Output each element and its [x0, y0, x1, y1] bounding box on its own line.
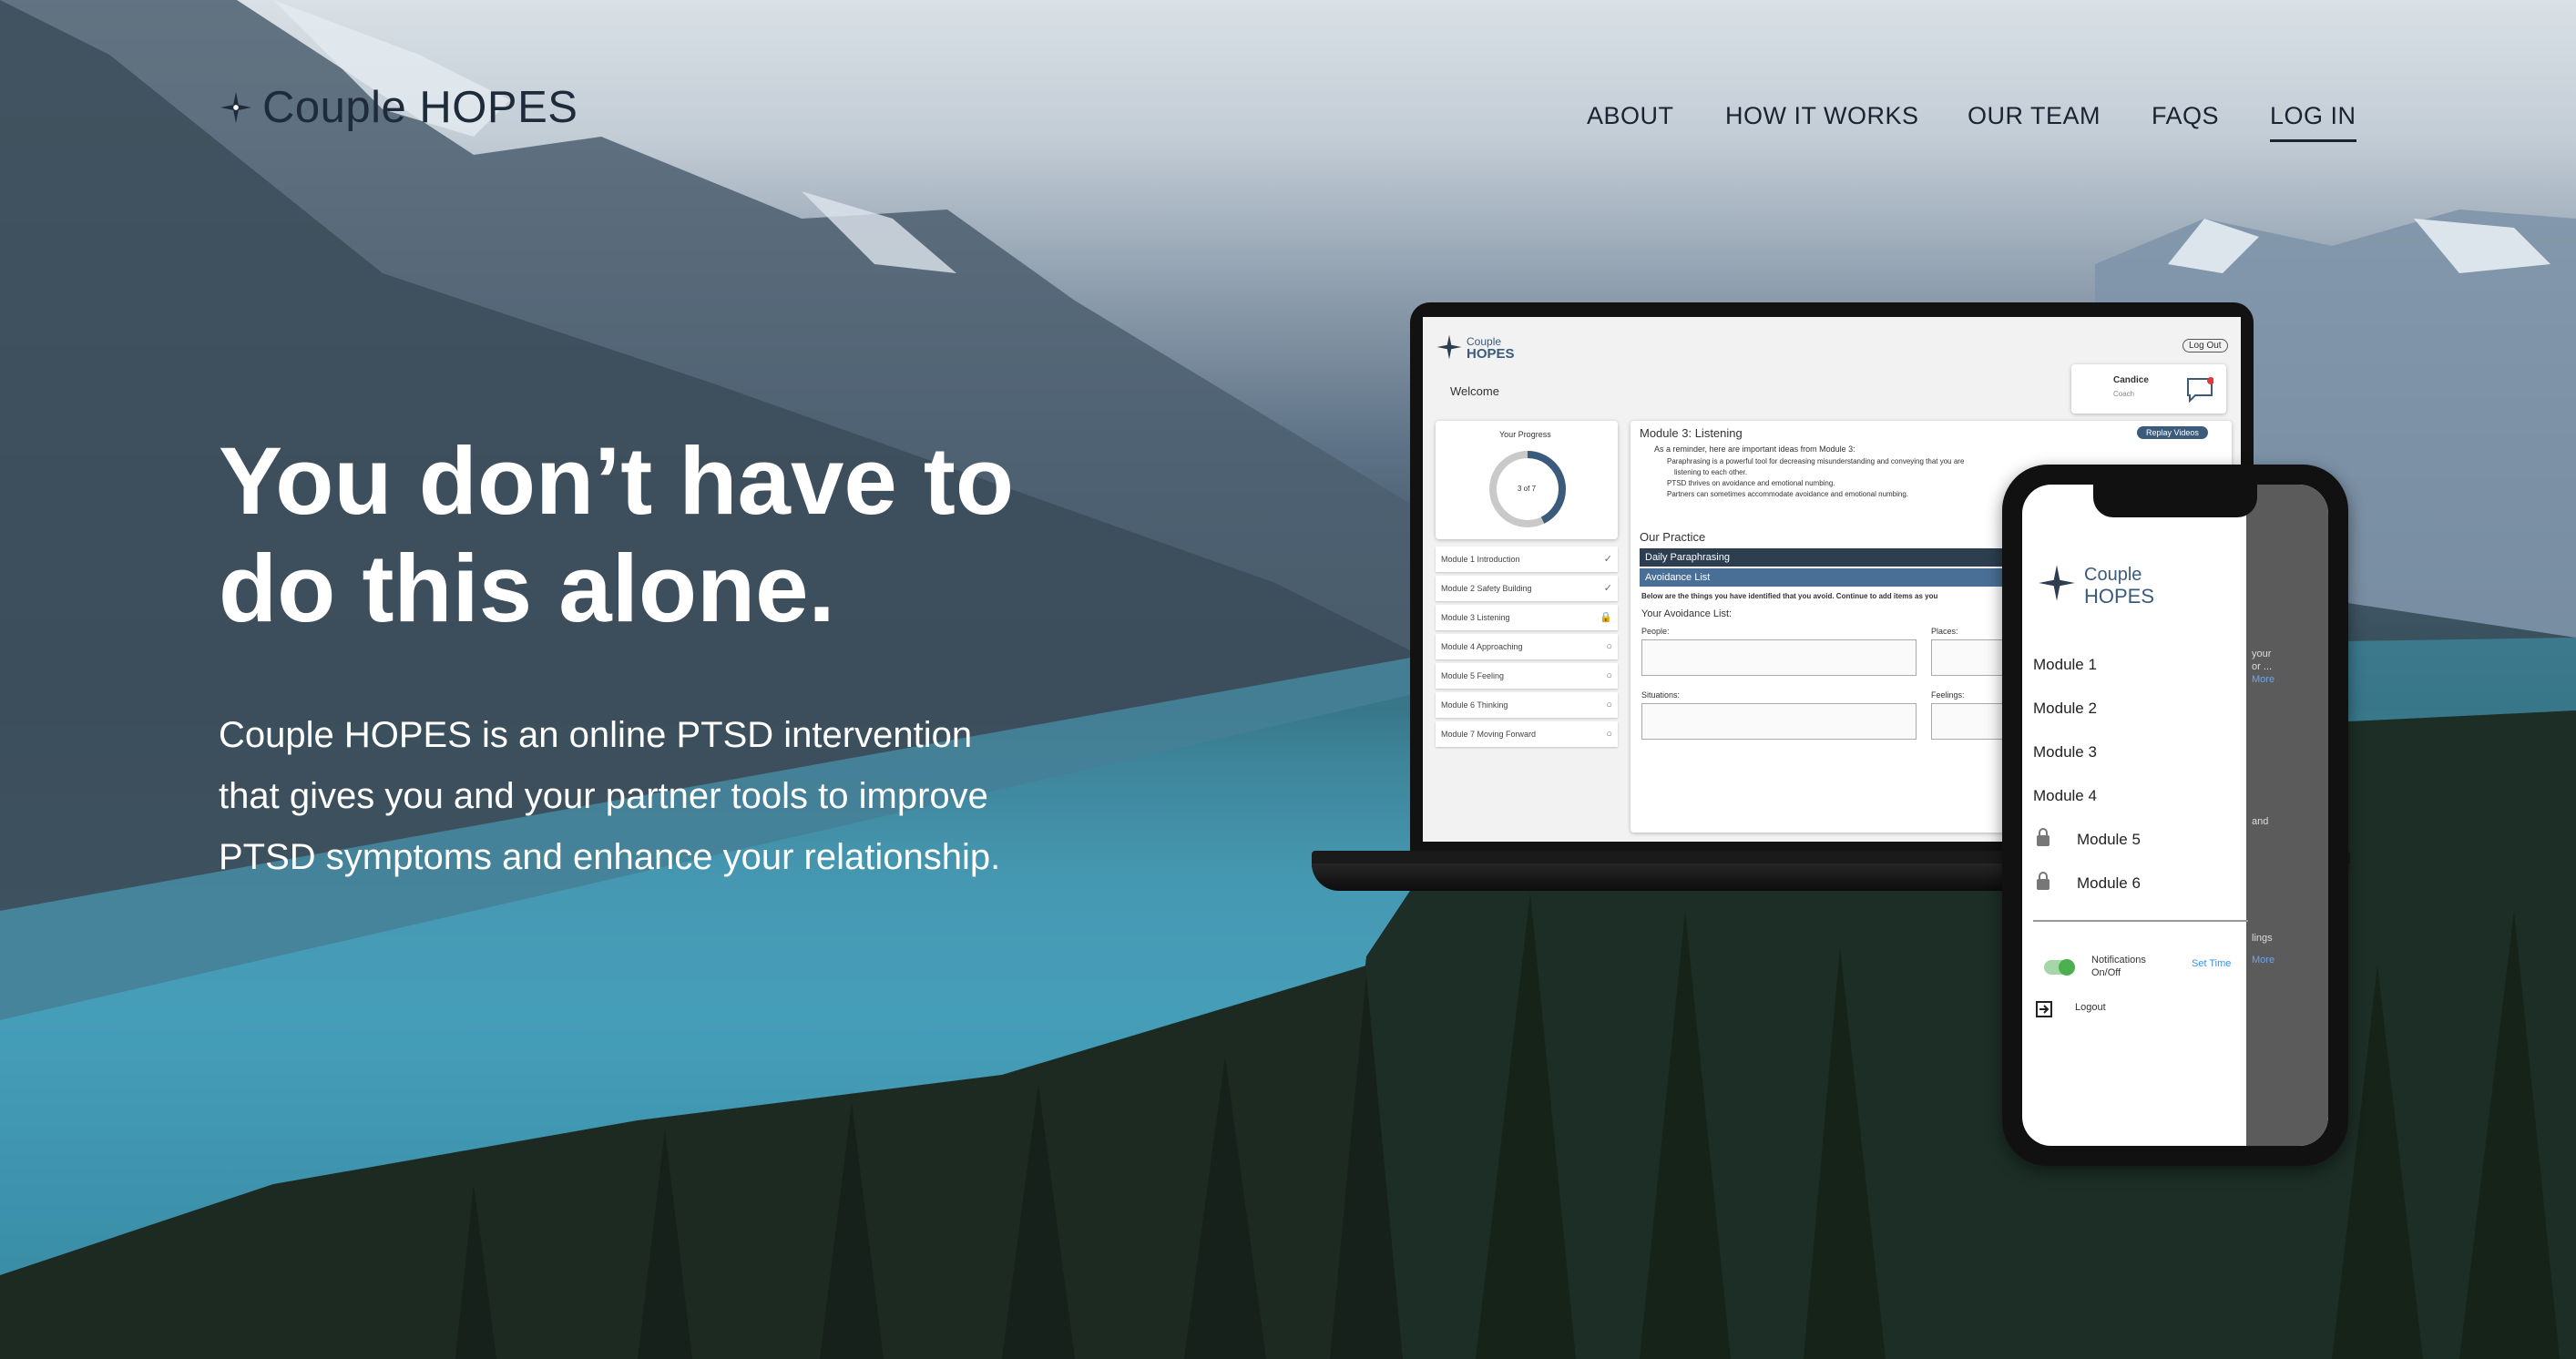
peek-more-1: More — [2252, 674, 2275, 685]
nav-about[interactable]: ABOUT — [1587, 102, 1674, 130]
practice-avoidance-list[interactable]: Avoidance List — [1640, 568, 2022, 587]
headline-line-1: You don’t have to — [219, 428, 1015, 535]
peek-text-3: and — [2252, 816, 2269, 827]
phone-menu-module-6[interactable]: Module 6 — [2077, 874, 2141, 893]
nav-faqs[interactable]: FAQS — [2152, 102, 2219, 130]
phone-notch — [2093, 485, 2257, 517]
module-title: Module 3: Listening — [1640, 426, 1743, 440]
module-row[interactable]: Module 4 Approaching ○ — [1436, 634, 1618, 659]
module-intro: As a reminder, here are important ideas … — [1654, 444, 1855, 454]
user-card[interactable]: Candice Coach — [2071, 364, 2226, 414]
avoid-note: Below are the things you have identified… — [1641, 592, 1938, 600]
avoid-title: Your Avoidance List: — [1641, 608, 1733, 619]
peek-text-2: or ... — [2252, 661, 2273, 672]
phone-menu-module-3[interactable]: Module 3 — [2033, 743, 2097, 761]
phone-logo-line2: HOPES — [2084, 585, 2155, 608]
phone-logout-link[interactable]: Logout — [2075, 1002, 2106, 1013]
notifications-label-2: On/Off — [2091, 967, 2121, 978]
lock-icon — [2037, 872, 2050, 890]
hero-headline: You don’t have to do this alone. — [219, 428, 1038, 643]
phone-mockup: your or ... More and lings More Couple H… — [2002, 465, 2348, 1166]
field-label-people: People: — [1641, 627, 1670, 636]
logout-icon[interactable] — [2035, 1000, 2053, 1018]
bullet-3: Partners can sometimes accommodate avoid… — [1667, 490, 1909, 498]
hero-description: Couple HOPES is an online PTSD intervent… — [219, 715, 1001, 877]
phone-menu-module-4[interactable]: Module 4 — [2033, 787, 2097, 805]
set-time-link[interactable]: Set Time — [2192, 958, 2231, 969]
app-logo-icon — [1436, 334, 1462, 360]
user-role: Coach — [2113, 390, 2135, 398]
practice-title: Our Practice — [1640, 530, 1706, 544]
chat-icon[interactable] — [2186, 377, 2213, 403]
module-row[interactable]: Module 6 Thinking ○ — [1436, 692, 1618, 718]
peek-text-1: your — [2252, 649, 2272, 659]
nav-log-in[interactable]: LOG IN — [2270, 102, 2356, 142]
main-nav: ABOUT HOW IT WORKS OUR TEAM FAQS LOG IN — [0, 102, 2576, 142]
bullet-2: PTSD thrives on avoidance and emotional … — [1667, 479, 1835, 487]
notifications-toggle[interactable] — [2044, 959, 2075, 976]
module-row[interactable]: Module 1 Introduction ✓ — [1436, 547, 1618, 572]
phone-menu-module-1[interactable]: Module 1 — [2033, 656, 2097, 674]
phone-app-screen: your or ... More and lings More Couple H… — [2022, 485, 2328, 1146]
phone-menu-module-2[interactable]: Module 2 — [2033, 700, 2097, 718]
practice-daily-paraphrasing[interactable]: Daily Paraphrasing — [1640, 548, 2022, 567]
people-field[interactable] — [1641, 639, 1917, 676]
field-label-feelings: Feelings: — [1931, 690, 1965, 700]
progress-text: 3 of 7 — [1518, 485, 1537, 493]
situations-field[interactable] — [1641, 703, 1917, 740]
progress-card: Your Progress 3 of 7 — [1436, 421, 1618, 539]
phone-logo-line1: Couple — [2084, 565, 2142, 585]
module-row[interactable]: Module 2 Safety Building ✓ — [1436, 576, 1618, 601]
field-label-places: Places: — [1931, 627, 1958, 636]
nav-how-it-works[interactable]: HOW IT WORKS — [1725, 102, 1919, 130]
bullet-1b: listening to each other. — [1674, 468, 1748, 476]
nav-our-team[interactable]: OUR TEAM — [1968, 102, 2101, 130]
bullet-1: Paraphrasing is a powerful tool for decr… — [1667, 457, 1965, 465]
notifications-label-1: Notifications — [2091, 955, 2146, 966]
app-logo-line2: HOPES — [1467, 346, 1515, 362]
lock-icon — [2037, 828, 2050, 846]
phone-dimmed-panel: your or ... More and lings More — [2246, 485, 2328, 1146]
module-row[interactable]: Module 3 Listening 🔒 — [1436, 605, 1618, 630]
module-row[interactable]: Module 5 Feeling ○ — [1436, 663, 1618, 689]
field-label-situations: Situations: — [1641, 690, 1681, 700]
phone-logo-icon — [2039, 565, 2075, 601]
headline-line-2: do this alone. — [219, 536, 835, 642]
replay-videos-button[interactable]: Replay Videos — [2137, 426, 2208, 439]
peek-more-2: More — [2252, 955, 2275, 966]
app-logout-button[interactable]: Log Out — [2182, 339, 2228, 353]
module-list: Module 1 Introduction ✓ Module 2 Safety B… — [1436, 547, 1618, 756]
hero-section: Couple HOPES ABOUT HOW IT WORKS OUR TEAM… — [0, 0, 2576, 1359]
progress-title: Your Progress — [1499, 430, 1551, 439]
user-name: Candice — [2113, 375, 2149, 385]
phone-menu-module-5[interactable]: Module 5 — [2077, 831, 2141, 849]
peek-text-4: lings — [2252, 933, 2273, 944]
app-welcome: Welcome — [1450, 384, 1499, 398]
menu-divider — [2033, 920, 2248, 922]
module-row[interactable]: Module 7 Moving Forward ○ — [1436, 721, 1618, 747]
